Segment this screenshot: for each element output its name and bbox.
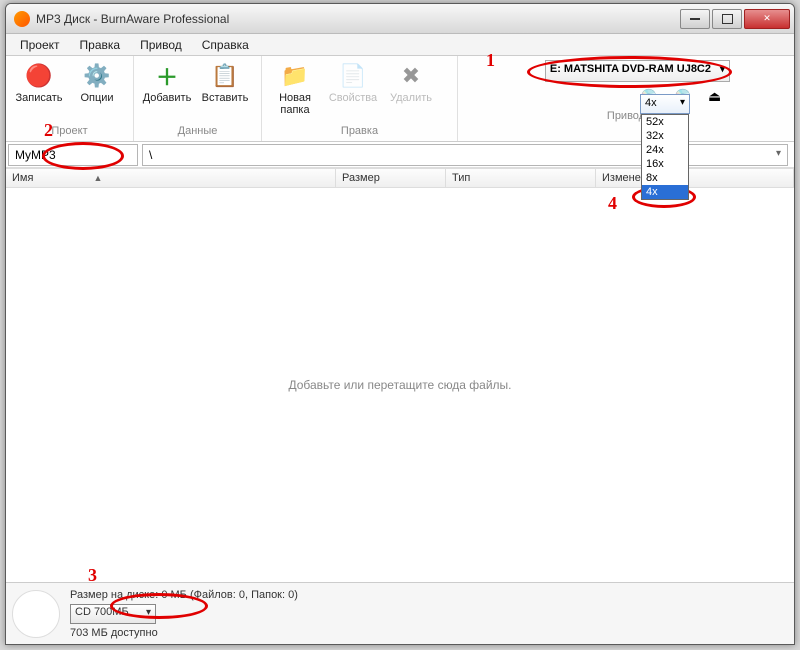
record-icon: 🔴 xyxy=(25,62,53,90)
menu-project[interactable]: Проект xyxy=(10,36,70,54)
add-button[interactable]: ＋ Добавить xyxy=(138,58,196,123)
disc-usage-icon xyxy=(12,590,60,638)
group-label-data: Данные xyxy=(138,123,257,139)
group-label-drive: Привод xyxy=(462,108,790,124)
empty-hint: Добавьте или перетащите сюда файлы. xyxy=(288,378,511,392)
speed-selector[interactable]: 4x 52x 32x 24x 16x 8x 4x xyxy=(640,94,690,114)
speed-option[interactable]: 8x xyxy=(642,171,688,185)
available-space: 703 МБ доступно xyxy=(70,627,298,639)
clipboard-icon: 📋 xyxy=(211,62,239,90)
new-folder-button[interactable]: 📁 Новая папка xyxy=(266,58,324,123)
col-modified[interactable]: Изменен xyxy=(596,169,794,187)
sort-asc-icon: ▲ xyxy=(93,173,102,183)
col-type[interactable]: Тип xyxy=(446,169,596,187)
maximize-button[interactable] xyxy=(712,9,742,29)
eject-icon[interactable]: ⏏ xyxy=(708,88,728,108)
burn-button[interactable]: 🔴 Записать xyxy=(10,58,68,123)
file-drop-area[interactable]: Добавьте или перетащите сюда файлы. xyxy=(6,188,794,582)
speed-dropdown-list: 52x 32x 24x 16x 8x 4x xyxy=(641,114,689,200)
group-label-edit: Правка xyxy=(266,123,453,139)
speed-option[interactable]: 24x xyxy=(642,143,688,157)
close-button[interactable] xyxy=(744,9,790,29)
speed-value: 4x xyxy=(645,97,657,109)
properties-icon: 📄 xyxy=(339,62,367,90)
delete-icon: ✖ xyxy=(397,62,425,90)
minimize-button[interactable] xyxy=(680,9,710,29)
group-label-project: Проект xyxy=(10,123,129,139)
app-window: MP3 Диск - BurnAware Professional Проект… xyxy=(5,3,795,645)
menu-drive[interactable]: Привод xyxy=(130,36,192,54)
speed-option[interactable]: 32x xyxy=(642,129,688,143)
delete-button[interactable]: ✖ Удалить xyxy=(382,58,440,123)
options-button[interactable]: ⚙️ Опции xyxy=(68,58,126,123)
drive-selector[interactable]: E: MATSHITA DVD-RAM UJ8C2 xyxy=(545,60,730,82)
col-size[interactable]: Размер xyxy=(336,169,446,187)
titlebar: MP3 Диск - BurnAware Professional xyxy=(6,4,794,34)
menu-help[interactable]: Справка xyxy=(192,36,259,54)
disk-size-line: Размер на диске: 0 МБ (Файлов: 0, Папок:… xyxy=(70,589,298,601)
properties-button[interactable]: 📄 Свойства xyxy=(324,58,382,123)
project-name-input[interactable] xyxy=(8,144,138,166)
disc-type-selector[interactable]: CD 700МБ xyxy=(70,604,156,624)
speed-option-selected[interactable]: 4x xyxy=(642,185,688,199)
window-title: MP3 Диск - BurnAware Professional xyxy=(36,12,229,26)
plus-icon: ＋ xyxy=(153,62,181,90)
speed-option[interactable]: 52x xyxy=(642,115,688,129)
path-bar[interactable]: \ xyxy=(142,144,788,166)
paste-button[interactable]: 📋 Вставить xyxy=(196,58,254,123)
speed-option[interactable]: 16x xyxy=(642,157,688,171)
new-folder-icon: 📁 xyxy=(281,62,309,90)
gear-icon: ⚙️ xyxy=(83,62,111,90)
app-icon xyxy=(14,11,30,27)
menu-edit[interactable]: Правка xyxy=(70,36,131,54)
menubar: Проект Правка Привод Справка xyxy=(6,34,794,56)
col-name[interactable]: Имя ▲ xyxy=(6,169,336,187)
status-bar: Размер на диске: 0 МБ (Файлов: 0, Папок:… xyxy=(6,582,794,644)
